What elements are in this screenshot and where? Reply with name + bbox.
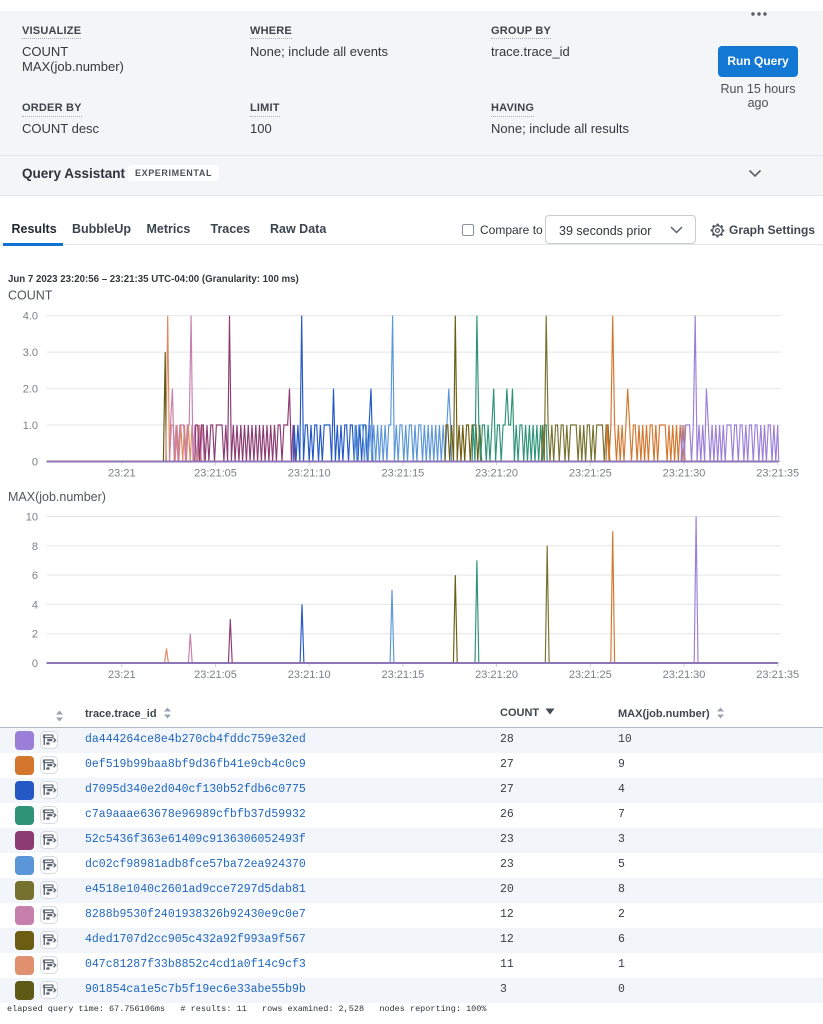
- svg-text:10: 10: [26, 512, 38, 524]
- svg-text:23:21:20: 23:21:20: [475, 468, 518, 480]
- svg-text:1.0: 1.0: [23, 420, 38, 432]
- svg-text:23:21:35: 23:21:35: [756, 669, 799, 681]
- svg-text:23:21:25: 23:21:25: [569, 468, 612, 480]
- svg-text:23:21:15: 23:21:15: [381, 468, 424, 480]
- svg-text:4: 4: [32, 599, 38, 611]
- svg-text:Jun 7 2023 23:20:56 – 23:21:35: Jun 7 2023 23:20:56 – 23:21:35 UTC-04:00…: [8, 274, 299, 285]
- svg-text:23:21: 23:21: [108, 468, 136, 480]
- svg-text:0: 0: [32, 658, 38, 670]
- svg-text:23:21:30: 23:21:30: [663, 468, 706, 480]
- svg-text:23:21:30: 23:21:30: [663, 669, 706, 681]
- svg-text:23:21:35: 23:21:35: [756, 468, 799, 480]
- svg-text:23:21:10: 23:21:10: [288, 468, 331, 480]
- svg-text:2.0: 2.0: [23, 384, 38, 396]
- svg-text:3.0: 3.0: [23, 347, 38, 359]
- svg-text:23:21: 23:21: [108, 669, 136, 681]
- svg-text:2: 2: [32, 629, 38, 641]
- svg-text:23:21:05: 23:21:05: [194, 669, 237, 681]
- svg-text:23:21:10: 23:21:10: [288, 669, 331, 681]
- svg-text:23:21:05: 23:21:05: [194, 468, 237, 480]
- svg-text:MAX(job.number): MAX(job.number): [8, 490, 106, 504]
- svg-text:23:21:25: 23:21:25: [569, 669, 612, 681]
- svg-text:0: 0: [32, 457, 38, 469]
- svg-text:6: 6: [32, 570, 38, 582]
- svg-text:COUNT: COUNT: [8, 289, 53, 303]
- svg-text:23:21:20: 23:21:20: [475, 669, 518, 681]
- svg-text:8: 8: [32, 541, 38, 553]
- svg-text:4.0: 4.0: [23, 311, 38, 323]
- svg-text:23:21:15: 23:21:15: [381, 669, 424, 681]
